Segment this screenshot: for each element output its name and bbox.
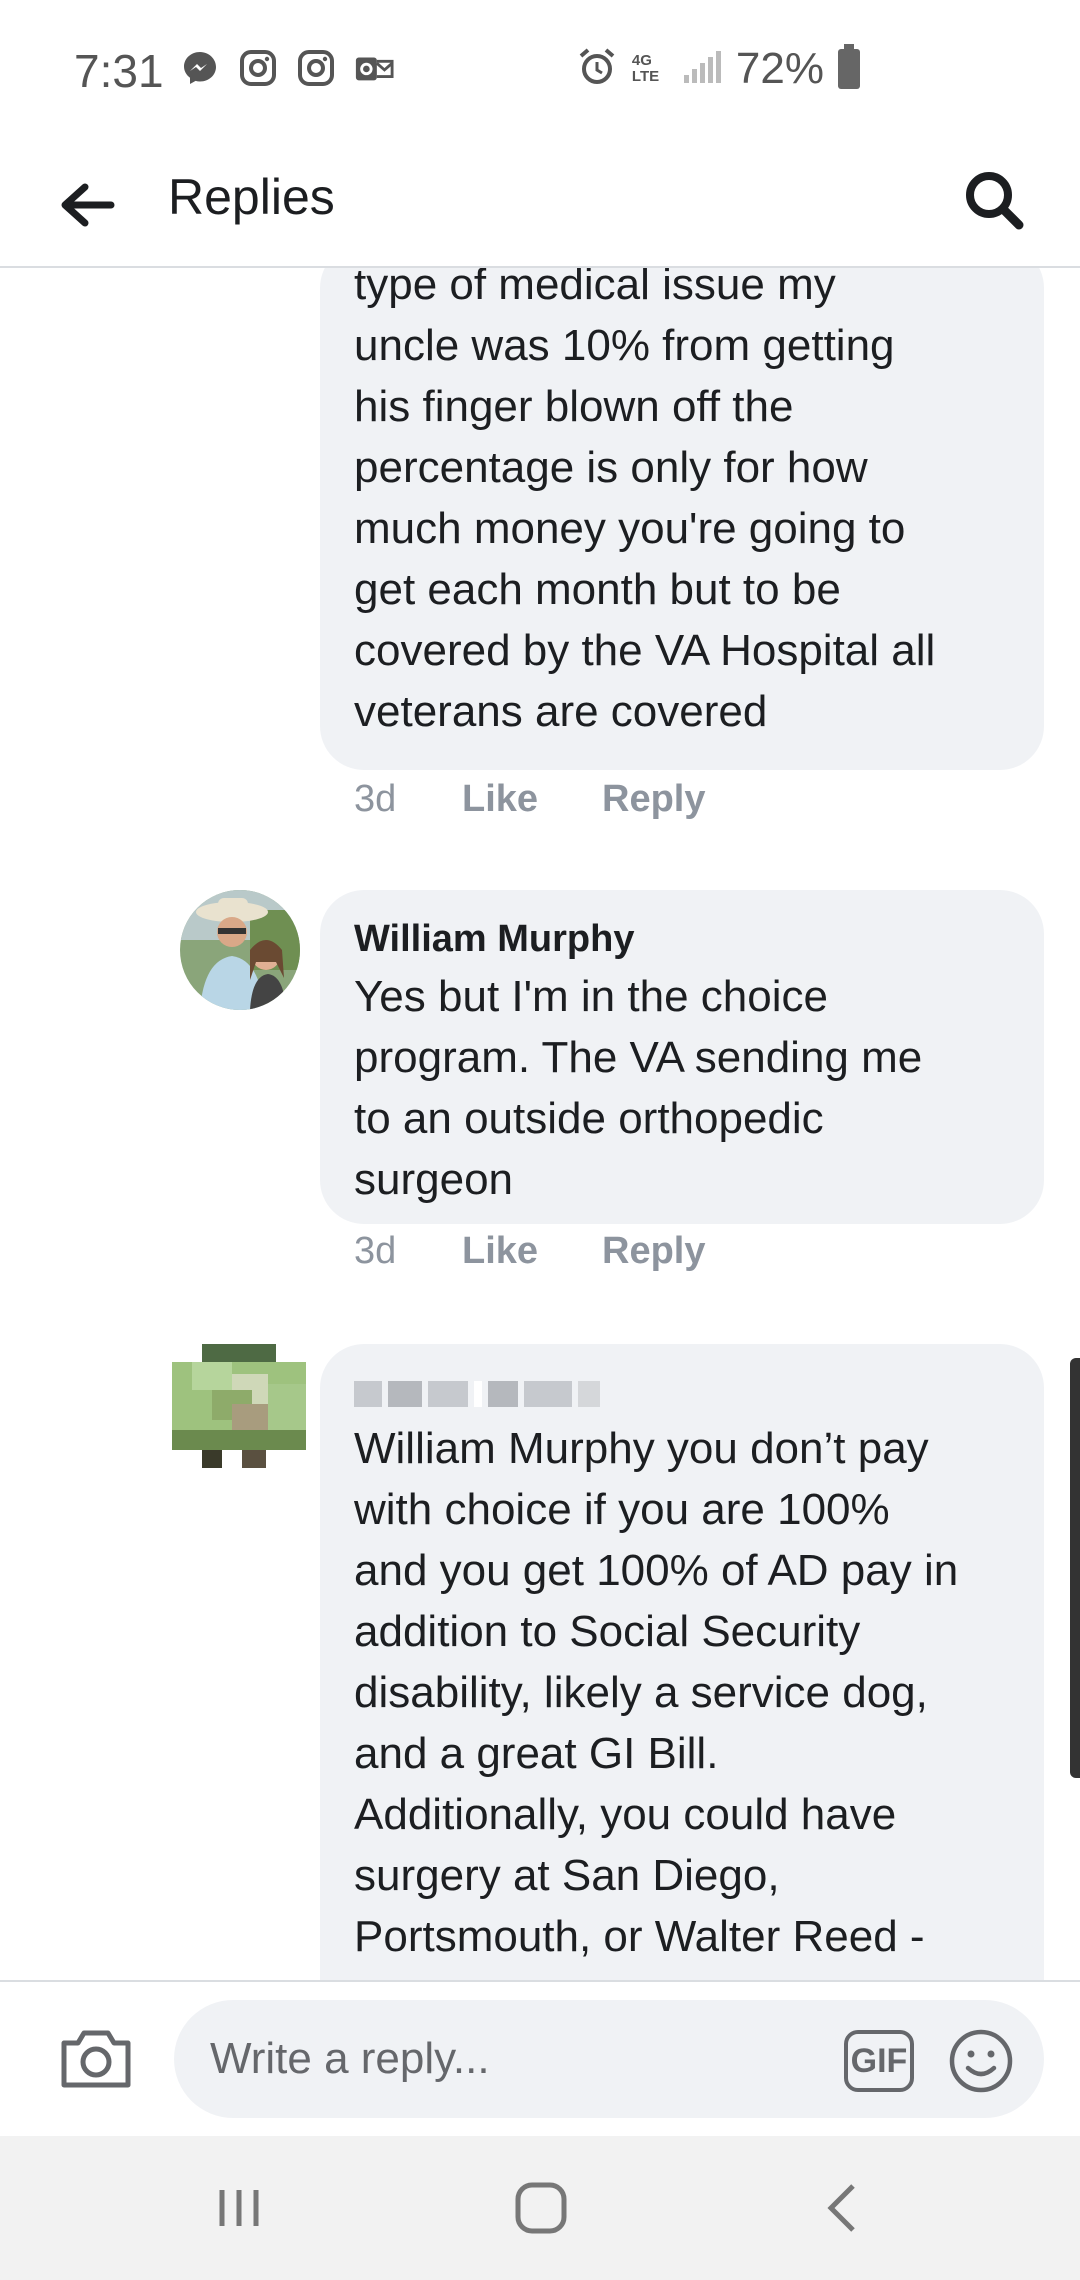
notification-icons (180, 48, 394, 88)
comment-time: 3d (354, 778, 397, 820)
comment-actions: 3d Like Reply (354, 1230, 705, 1273)
recent-apps-button[interactable] (204, 2176, 274, 2240)
messenger-icon (180, 48, 220, 88)
back-chevron-icon (827, 2184, 855, 2232)
reply-input[interactable]: Write a reply... GIF (174, 2000, 1044, 2118)
back-button[interactable] (52, 170, 122, 240)
network-type: 4G LTE (631, 52, 660, 85)
smiley-icon (949, 2029, 1013, 2093)
search-icon (966, 172, 1024, 230)
back-nav-button[interactable] (808, 2176, 878, 2240)
avatar-blurred[interactable] (172, 1344, 306, 1468)
comment-text: William Murphy you don’t pay with choice… (354, 1424, 959, 1961)
back-arrow-icon (61, 183, 115, 227)
like-button[interactable]: Like (462, 1230, 602, 1273)
comment-time: 3d (354, 1230, 397, 1272)
reply-bar: Write a reply... GIF (0, 1980, 1080, 2136)
reply-button[interactable]: Reply (602, 1230, 705, 1273)
instagram-icon (296, 48, 336, 88)
status-bar: 7:31 4G LTE 72% (0, 0, 1080, 140)
comment-text: Yes but I'm in the choice program. The V… (354, 972, 923, 1204)
page-title: Replies (168, 169, 335, 225)
reply-button[interactable]: Reply (602, 778, 705, 821)
like-button[interactable]: Like (462, 778, 602, 821)
battery-icon (838, 44, 860, 89)
status-right: 4G LTE 72% (576, 44, 860, 94)
scrollbar[interactable] (1070, 1358, 1080, 1778)
replies-list[interactable]: type of medical issue my uncle was 10% f… (0, 268, 1080, 1980)
camera-button[interactable] (56, 2022, 136, 2094)
avatar[interactable] (180, 890, 300, 1010)
reply-placeholder: Write a reply... (210, 2034, 490, 2083)
battery-percent: 72% (735, 44, 824, 93)
comment-bubble: type of medical issue my uncle was 10% f… (320, 268, 1044, 770)
comment-bubble: William Murphy you don’t pay with choice… (320, 1344, 1044, 1980)
instagram-icon (238, 48, 278, 88)
outlook-icon (354, 48, 394, 88)
status-time: 7:31 (74, 45, 164, 97)
alarm-icon (576, 46, 618, 93)
app-header: Replies (0, 140, 1080, 268)
comment-actions: 3d Like Reply (354, 778, 705, 821)
emoji-button[interactable] (948, 2028, 1014, 2094)
home-button[interactable] (506, 2176, 576, 2240)
comment-author[interactable]: William Murphy (354, 914, 1010, 964)
gif-button[interactable]: GIF (844, 2030, 914, 2092)
camera-icon (61, 2030, 131, 2088)
comment-author-blurred[interactable] (354, 1374, 1010, 1414)
comment-bubble: William Murphy Yes but I'm in the choice… (320, 890, 1044, 1224)
system-nav-bar (0, 2136, 1080, 2280)
search-button[interactable] (954, 160, 1034, 240)
signal-icon (682, 49, 722, 90)
comment-text: type of medical issue my uncle was 10% f… (354, 268, 936, 736)
home-icon (515, 2182, 567, 2234)
recent-apps-icon (219, 2190, 259, 2226)
